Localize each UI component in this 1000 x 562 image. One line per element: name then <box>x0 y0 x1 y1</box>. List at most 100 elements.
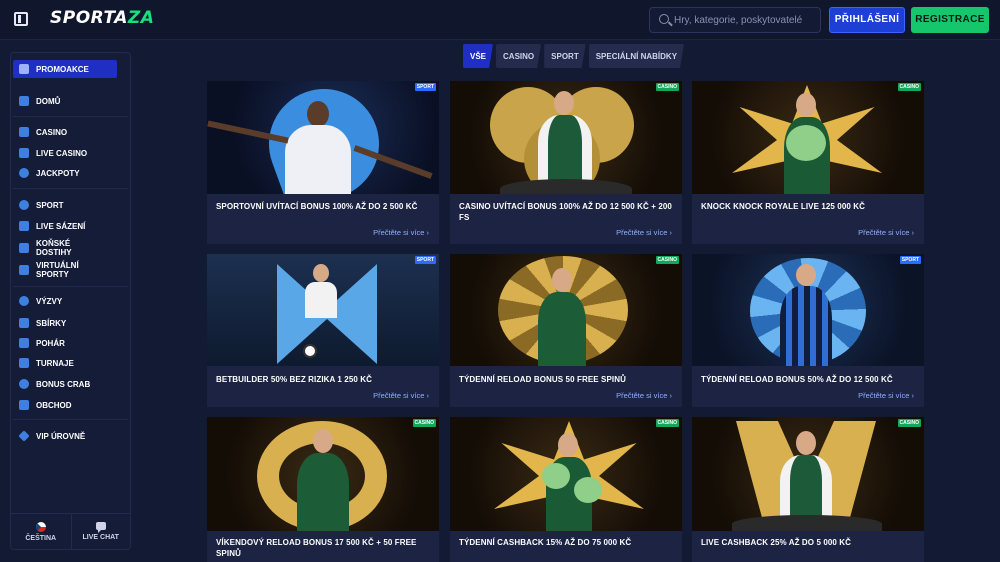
sidebar-divider <box>13 286 128 287</box>
sidebar-item-label: KOŇSKÉ DOSTIHY <box>36 239 72 257</box>
promo-title: BETBUILDER 50% BEZ RIZIKA 1 250 KČ <box>216 375 373 384</box>
dealer-head <box>554 91 574 115</box>
promo-title: SPORTOVNÍ UVÍTACÍ BONUS 100% AŽ DO 2 500… <box>216 202 418 211</box>
promo-filter-tabs: VŠE CASINO SPORT SPECIÁLNÍ NABÍDKY <box>463 44 687 68</box>
search-input[interactable] <box>674 12 818 28</box>
chat-bubble-icon <box>95 522 106 533</box>
sidebar-item-label: TURNAJE <box>36 358 74 368</box>
sidebar-item-casino[interactable]: CASINO <box>13 123 117 141</box>
player-jersey <box>780 286 832 366</box>
promo-card[interactable]: CASINO KNOCK KNOCK ROYALE LIVE 125 000 K… <box>692 81 924 244</box>
sidebar-item-bonus-crab[interactable]: BONUS CRAB <box>13 375 117 393</box>
promo-card[interactable]: CASINO LIVE CASHBACK 25% AŽ DO 5 000 KČ <box>692 417 924 562</box>
dealer-body <box>538 115 592 183</box>
language-button[interactable]: ČEŠTINA <box>11 514 71 549</box>
horse-icon <box>19 243 29 253</box>
player-jersey <box>285 125 351 194</box>
promo-card[interactable]: CASINO CASINO UVÍTACÍ BONUS 100% AŽ DO 1… <box>450 81 682 244</box>
promo-image <box>450 81 682 194</box>
promo-image <box>207 81 439 194</box>
player-jersey <box>305 282 337 318</box>
player-head <box>307 101 329 127</box>
promo-card[interactable]: SPORT BETBUILDER 50% BEZ RIZIKA 1 250 KČ… <box>207 254 439 407</box>
host-dress <box>297 453 349 531</box>
sidebar-item-turnaje[interactable]: TURNAJE <box>13 354 117 372</box>
promo-title: TÝDENNÍ RELOAD BONUS 50% AŽ DO 12 500 KČ <box>701 375 893 384</box>
promo-card[interactable]: SPORT SPORTOVNÍ UVÍTACÍ BONUS 100% AŽ DO… <box>207 81 439 244</box>
search-icon <box>659 14 669 24</box>
read-more-link[interactable]: Přečtěte si více › <box>373 228 429 237</box>
host-head <box>558 433 578 457</box>
player-head <box>313 264 329 282</box>
site-logo[interactable]: SPORTAZA <box>50 8 154 28</box>
read-more-link[interactable]: Přečtěte si více › <box>616 391 672 400</box>
cash-fan <box>574 477 602 503</box>
sidebar-item-pohar[interactable]: POHÁR <box>13 334 117 352</box>
search-box[interactable] <box>649 7 821 33</box>
promo-title: KNOCK KNOCK ROYALE LIVE 125 000 KČ <box>701 202 866 211</box>
promo-card[interactable]: CASINO VÍKENDOVÝ RELOAD BONUS 17 500 KČ … <box>207 417 439 562</box>
sidebar-item-label: DOMŮ <box>36 96 61 106</box>
sidebar-toggle-icon[interactable] <box>14 12 28 26</box>
sidebar-item-label: VIP ÚROVNĚ <box>36 431 86 441</box>
register-button[interactable]: REGISTRACE <box>911 7 989 33</box>
sidebar-item-konske-dostihy[interactable]: KOŇSKÉ DOSTIHY <box>13 236 117 260</box>
sidebar-item-label: SBÍRKY <box>36 318 67 328</box>
category-badge: CASINO <box>655 83 679 91</box>
tab-specialni-nabidky[interactable]: SPECIÁLNÍ NABÍDKY <box>589 44 684 68</box>
host-dress <box>538 292 586 366</box>
sidebar-item-jackpoty[interactable]: JACKPOTY <box>13 164 117 182</box>
czech-flag-icon <box>35 521 46 532</box>
sidebar-item-label: LIVE CASINO <box>36 148 88 158</box>
promo-image <box>207 254 439 366</box>
promo-title: VÍKENDOVÝ RELOAD BONUS 17 500 KČ + 50 FR… <box>216 538 417 558</box>
home-icon <box>19 96 29 106</box>
sidebar-divider <box>13 116 128 117</box>
sidebar-item-vip-urovne[interactable]: VIP ÚROVNĚ <box>13 427 117 445</box>
sidebar-item-live-sazeni[interactable]: LIVE SÁZENÍ <box>13 217 117 235</box>
live-chat-label: LIVE CHAT <box>82 534 119 541</box>
sidebar-item-virtualni-sporty[interactable]: VIRTUÁLNÍ SPORTY <box>13 258 117 282</box>
sidebar-item-domu[interactable]: DOMŮ <box>13 92 117 110</box>
promo-image <box>450 417 682 531</box>
sidebar-item-sbirky[interactable]: SBÍRKY <box>13 314 117 332</box>
promo-image <box>207 417 439 531</box>
sidebar-item-obchod[interactable]: OBCHOD <box>13 396 117 414</box>
promo-card[interactable]: SPORT TÝDENNÍ RELOAD BONUS 50% AŽ DO 12 … <box>692 254 924 407</box>
gift-icon <box>19 64 29 74</box>
category-badge: CASINO <box>655 419 679 427</box>
read-more-link[interactable]: Přečtěte si více › <box>858 228 914 237</box>
sidebar-item-sport[interactable]: SPORT <box>13 196 117 214</box>
tab-sport[interactable]: SPORT <box>544 44 586 68</box>
promo-title: TÝDENNÍ RELOAD BONUS 50 FREE SPINŮ <box>459 375 626 384</box>
sidebar-footer: ČEŠTINA LIVE CHAT <box>11 513 130 549</box>
sidebar-item-label: OBCHOD <box>36 400 72 410</box>
sidebar-item-promoakce[interactable]: PROMOAKCE <box>13 60 117 78</box>
sidebar-divider <box>13 188 128 189</box>
promo-image <box>450 254 682 366</box>
promo-card[interactable]: CASINO TÝDENNÍ CASHBACK 15% AŽ DO 75 000… <box>450 417 682 562</box>
promo-title: LIVE CASHBACK 25% AŽ DO 5 000 KČ <box>701 538 852 547</box>
soccer-ball <box>303 344 317 358</box>
soccer-ball-icon <box>19 200 29 210</box>
casino-table <box>732 515 882 531</box>
read-more-link[interactable]: Přečtěte si více › <box>858 391 914 400</box>
login-button[interactable]: PŘIHLÁŠENÍ <box>829 7 905 33</box>
read-more-link[interactable]: Přečtěte si více › <box>373 391 429 400</box>
promo-card[interactable]: CASINO TÝDENNÍ RELOAD BONUS 50 FREE SPIN… <box>450 254 682 407</box>
tab-casino[interactable]: CASINO <box>496 44 541 68</box>
live-betting-icon <box>19 221 29 231</box>
read-more-link[interactable]: Přečtěte si více › <box>616 228 672 237</box>
sidebar-item-live-casino[interactable]: LIVE CASINO <box>13 144 117 162</box>
language-label: ČEŠTINA <box>25 534 57 542</box>
live-chat-button[interactable]: LIVE CHAT <box>70 514 131 549</box>
diamond-icon <box>18 430 30 442</box>
collection-icon <box>19 318 29 328</box>
tab-vse[interactable]: VŠE <box>463 44 493 68</box>
host-head <box>796 93 816 117</box>
virtual-sports-icon <box>19 265 29 275</box>
tournament-icon <box>19 358 29 368</box>
category-badge: CASINO <box>412 419 436 427</box>
sidebar-item-vyzvy[interactable]: VÝZVY <box>13 292 117 310</box>
sidebar-divider <box>13 419 128 420</box>
